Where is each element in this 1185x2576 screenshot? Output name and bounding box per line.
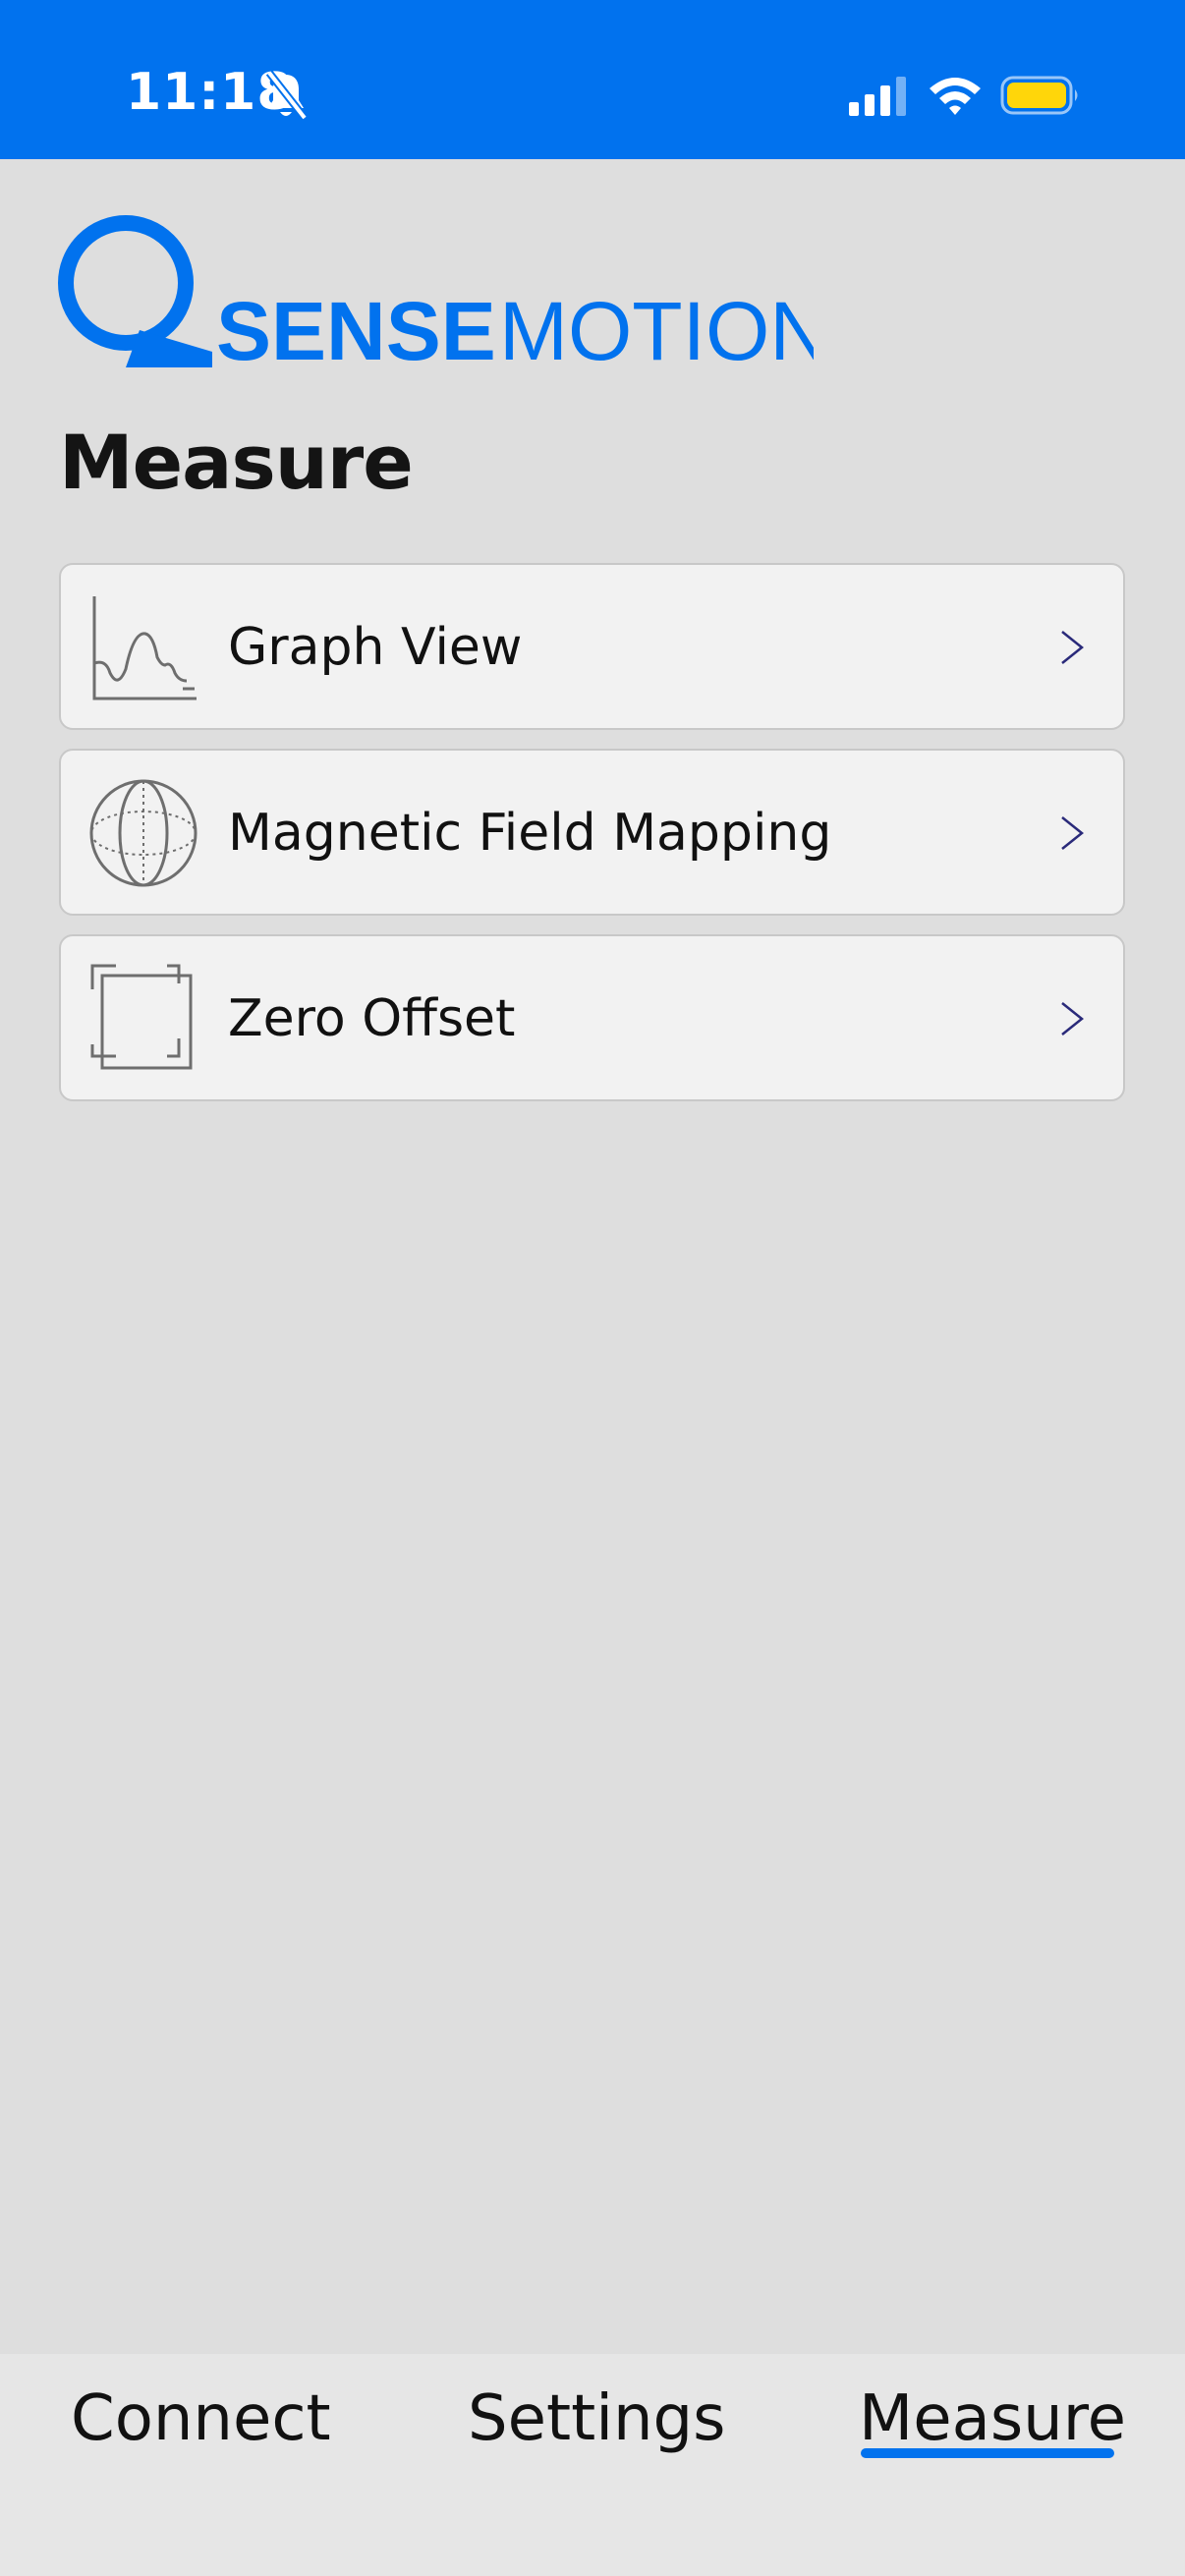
menu-item-zero-offset[interactable]: Zero Offset xyxy=(59,934,1125,1101)
menu-item-magnetic-field-mapping[interactable]: Magnetic Field Mapping xyxy=(59,749,1125,916)
wifi-icon xyxy=(930,78,981,115)
sensemotion-logo: SENSE MOTION xyxy=(58,215,814,367)
line-graph-icon xyxy=(92,596,197,700)
bell-slash-icon xyxy=(265,70,309,121)
tab-connect[interactable]: Connect xyxy=(71,2370,331,2468)
battery-icon xyxy=(1000,76,1078,115)
logo-text-sense: SENSE xyxy=(216,285,496,367)
chevron-right-icon xyxy=(1061,1002,1085,1036)
globe-icon xyxy=(89,779,198,887)
chevron-right-icon xyxy=(1061,816,1085,850)
menu-item-graph-view[interactable]: Graph View xyxy=(59,563,1125,730)
logo-text-motion: MOTION xyxy=(499,285,814,367)
cellular-signal-icon xyxy=(849,77,906,116)
tab-selected-indicator xyxy=(861,2448,1114,2458)
menu-item-label: Magnetic Field Mapping xyxy=(228,804,832,863)
page-title: Measure xyxy=(59,419,414,506)
menu-item-label: Zero Offset xyxy=(228,989,516,1048)
zero-offset-frame-icon xyxy=(90,964,193,1070)
status-bar: 11:18 xyxy=(0,0,1185,159)
measure-menu: Graph View Magnetic Field Mapping Zero O… xyxy=(59,563,1125,1120)
menu-item-label: Graph View xyxy=(228,618,523,677)
tab-bar: Connect Settings Measure xyxy=(0,2354,1185,2576)
tab-settings[interactable]: Settings xyxy=(468,2370,726,2468)
chevron-right-icon xyxy=(1061,631,1085,664)
